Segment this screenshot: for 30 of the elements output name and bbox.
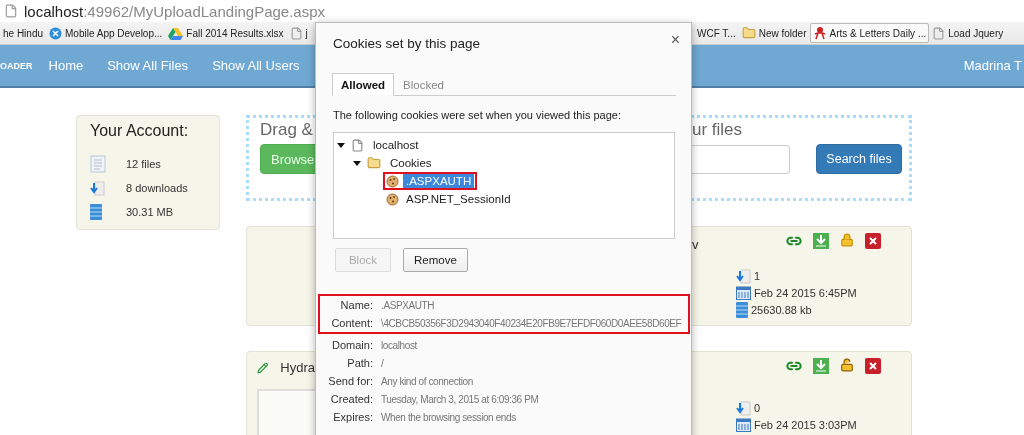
account-title: Your Account: bbox=[90, 122, 190, 140]
account-stat: 12 files bbox=[126, 158, 161, 170]
detail-value: When the browsing session ends bbox=[381, 411, 517, 423]
detail-label: Expires: bbox=[333, 411, 373, 423]
upload-heading: ur files bbox=[692, 120, 744, 140]
detail-label: Created: bbox=[330, 393, 373, 405]
file-title: v bbox=[692, 237, 700, 252]
detail-value: Tuesday, March 3, 2015 at 6:09:36 PM bbox=[381, 393, 540, 405]
detail-value: \4CBCB50356F3D2943040F40234E20FB9E7EFDF060D0AEE58D60EF bbox=[381, 317, 683, 329]
file-stat: Feb 24 2015 6:45PM bbox=[754, 287, 857, 299]
logo-text: OADER bbox=[0, 60, 33, 71]
account-stat: 8 downloads bbox=[126, 182, 188, 194]
detail-label: Name: bbox=[340, 299, 373, 311]
upload-heading: Drag & bbox=[260, 120, 314, 140]
file-stat: 0 bbox=[754, 402, 761, 414]
intro-text: The following cookies were set when you viewed this page: bbox=[333, 109, 622, 121]
detail-value: localhost bbox=[381, 339, 418, 351]
detail-value: / bbox=[381, 357, 385, 369]
dialog-title: Cookies set by this page bbox=[333, 36, 481, 51]
file-stat: Feb 24 2015 3:03PM bbox=[754, 419, 857, 431]
file-stat: 1 bbox=[754, 270, 761, 282]
file-title: Hydra bbox=[280, 360, 315, 375]
file-stat: 25630.88 kb bbox=[751, 304, 812, 316]
detail-value: Any kind of connection bbox=[381, 375, 474, 387]
detail-label: Content: bbox=[331, 317, 373, 329]
account-stat: 30.31 MB bbox=[126, 206, 174, 218]
detail-label: Domain: bbox=[332, 339, 373, 351]
detail-value: .ASPXAUTH bbox=[381, 299, 436, 311]
detail-label: Send for: bbox=[328, 375, 373, 387]
detail-label: Path: bbox=[347, 357, 373, 369]
